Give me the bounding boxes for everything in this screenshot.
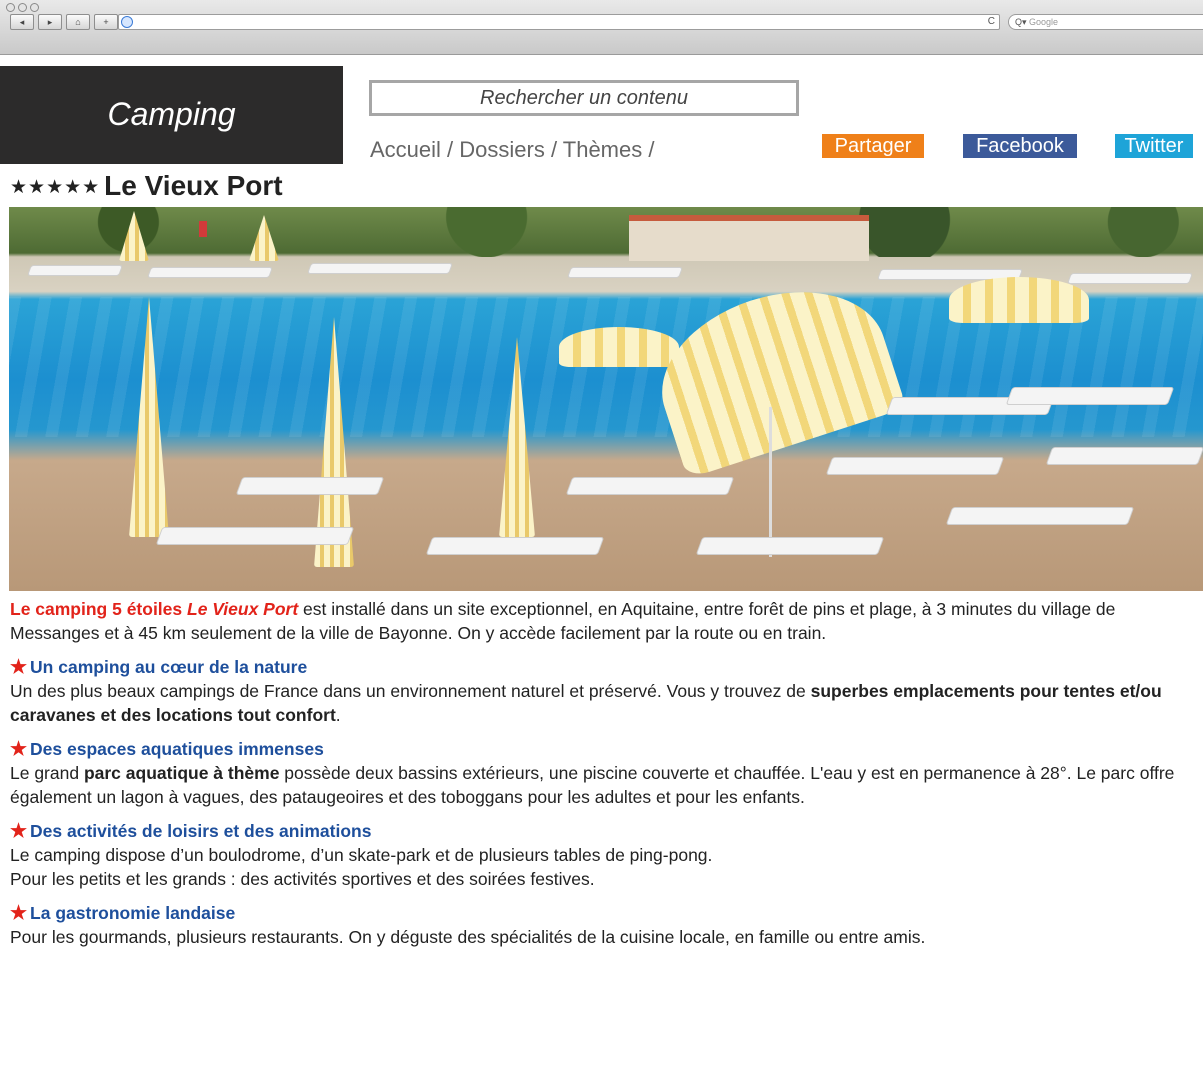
article-lead: Le camping 5 étoiles Le Vieux Port est i…	[10, 597, 1195, 645]
photo-lounger	[695, 537, 885, 555]
page-title-text: Le Vieux Port	[104, 170, 283, 201]
photo-lounger	[146, 267, 274, 278]
lead-highlight: Le camping 5 étoiles	[10, 599, 187, 619]
section-heading-text: Un camping au cœur de la nature	[30, 657, 308, 677]
photo-trees	[9, 207, 1203, 257]
photo-lounger	[825, 457, 1005, 475]
minimize-window-icon[interactable]	[18, 3, 27, 12]
twitter-button[interactable]: Twitter	[1115, 134, 1193, 158]
photo-lounger	[306, 263, 454, 274]
reload-icon[interactable]: C	[988, 15, 995, 29]
section-heading: ★ La gastronomie landaise	[10, 902, 1195, 925]
lead-highlight-name: Le Vieux Port	[187, 599, 299, 619]
photo-building	[629, 215, 869, 261]
star-icon: ★	[10, 657, 28, 678]
photo-lounger	[235, 477, 385, 495]
section-text: Un des plus beaux campings de France dan…	[10, 679, 1195, 727]
photo-umbrella	[949, 277, 1089, 323]
section-heading: ★ Un camping au cœur de la nature	[10, 656, 1195, 679]
photo-lounger	[565, 477, 735, 495]
nav-buttons: ◂ ▸ ⌂ +	[10, 14, 118, 30]
share-button[interactable]: Partager	[822, 134, 924, 158]
article-body: Le camping 5 étoiles Le Vieux Port est i…	[10, 597, 1195, 949]
star-rating: ★★★★★	[10, 177, 101, 198]
photo-lounger	[1005, 387, 1175, 405]
facebook-button[interactable]: Facebook	[963, 134, 1077, 158]
browser-search-placeholder: Google	[1029, 17, 1059, 27]
photo-lounger	[1066, 273, 1194, 284]
section-nature: ★ Un camping au cœur de la nature Un des …	[10, 656, 1195, 727]
browser-toolbar: ◂ ▸ ⌂ + C Q▾ Google	[0, 0, 1203, 55]
globe-icon	[121, 16, 133, 28]
site-search-input[interactable]: Rechercher un contenu	[369, 80, 799, 116]
star-icon: ★	[10, 821, 28, 842]
star-icon: ★	[10, 903, 28, 924]
section-text-bold: parc aquatique à thème	[83, 763, 280, 783]
photo-lounger	[566, 267, 684, 278]
section-text: Pour les gourmands, plusieurs restaurant…	[10, 927, 926, 947]
photo-lounger	[945, 507, 1135, 525]
section-text-part: .	[335, 705, 341, 725]
section-text: Le camping dispose d’un boulodrome, d’un…	[10, 845, 713, 865]
site-logo[interactable]: Camping	[0, 66, 343, 164]
section-text-part: Un des plus beaux campings de France dan…	[10, 681, 811, 701]
section-text-part: Le grand	[10, 763, 84, 783]
close-window-icon[interactable]	[6, 3, 15, 12]
window-controls	[6, 3, 39, 12]
section-activities: ★ Des activités de loisirs et des animati…	[10, 820, 1195, 891]
section-heading-text: Des espaces aquatiques immenses	[30, 739, 324, 759]
photo-lounger	[26, 265, 124, 276]
zoom-window-icon[interactable]	[30, 3, 39, 12]
section-text: Le grand parc aquatique à thème possède …	[10, 761, 1195, 809]
pool-photo	[9, 207, 1203, 591]
forward-button[interactable]: ▸	[38, 14, 62, 30]
search-icon: Q▾	[1015, 17, 1027, 27]
photo-umbrella	[559, 327, 679, 367]
add-bookmark-button[interactable]: +	[94, 14, 118, 30]
site-logo-text: Camping	[107, 96, 236, 132]
section-gastronomy: ★ La gastronomie landaise Pour les gourma…	[10, 902, 1195, 949]
section-heading: ★ Des activités de loisirs et des animati…	[10, 820, 1195, 843]
section-text: Pour les petits et les grands : des acti…	[10, 869, 595, 889]
home-icon[interactable]: ⌂	[66, 14, 90, 30]
breadcrumb[interactable]: Accueil / Dossiers / Thèmes /	[370, 137, 654, 163]
page-title: ★★★★★ Le Vieux Port	[10, 170, 283, 202]
browser-search-field[interactable]: Q▾ Google	[1008, 14, 1203, 30]
back-button[interactable]: ◂	[10, 14, 34, 30]
star-icon: ★	[10, 739, 28, 760]
section-heading: ★ Des espaces aquatiques immenses	[10, 738, 1195, 761]
section-heading-text: La gastronomie landaise	[30, 903, 236, 923]
photo-lounger	[1045, 447, 1203, 465]
section-aquatic: ★ Des espaces aquatiques immenses Le gran…	[10, 738, 1195, 809]
photo-lounger	[155, 527, 355, 545]
section-heading-text: Des activités de loisirs et des animatio…	[30, 821, 372, 841]
address-bar[interactable]: C	[118, 14, 1000, 30]
photo-flag	[199, 221, 207, 237]
photo-umbrella-pole	[769, 407, 772, 557]
photo-lounger	[425, 537, 605, 555]
